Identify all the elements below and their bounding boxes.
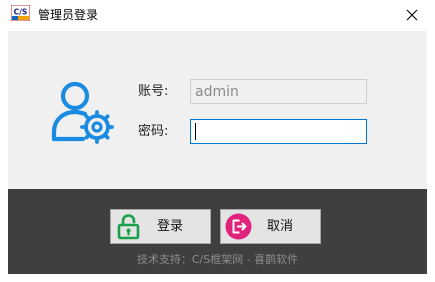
cs-framework-logo-icon: C/S bbox=[11, 5, 30, 21]
close-button[interactable] bbox=[397, 1, 427, 29]
user-gear-icon bbox=[51, 81, 114, 144]
close-icon bbox=[406, 9, 418, 21]
lock-icon bbox=[117, 214, 140, 240]
password-label: 密码: bbox=[138, 124, 169, 139]
text-cursor bbox=[195, 123, 196, 140]
title-bar: C/S 管理员登录 bbox=[0, 0, 435, 31]
account-input[interactable] bbox=[190, 79, 367, 104]
footer-bar: 登录 取消 技术支持：C/S框架网 - 喜鹊软件 bbox=[8, 189, 427, 274]
logout-icon bbox=[225, 213, 252, 240]
window-title: 管理员登录 bbox=[38, 8, 99, 22]
login-button[interactable]: 登录 bbox=[110, 209, 211, 244]
login-panel: 账号: 密码: 登录 取 bbox=[8, 31, 427, 274]
cancel-button[interactable]: 取消 bbox=[220, 209, 321, 244]
login-button-label: 登录 bbox=[157, 219, 184, 234]
app-icon-text: C/S bbox=[14, 8, 28, 17]
cancel-button-label: 取消 bbox=[267, 219, 294, 234]
password-input[interactable] bbox=[190, 119, 367, 144]
account-label: 账号: bbox=[138, 84, 169, 99]
login-window: C/S 管理员登录 账号: admin 密码: 登录 取消 技术支持：C/S框架… bbox=[0, 0, 435, 282]
tech-support-text: 技术支持：C/S框架网 - 喜鹊软件 bbox=[136, 253, 299, 266]
